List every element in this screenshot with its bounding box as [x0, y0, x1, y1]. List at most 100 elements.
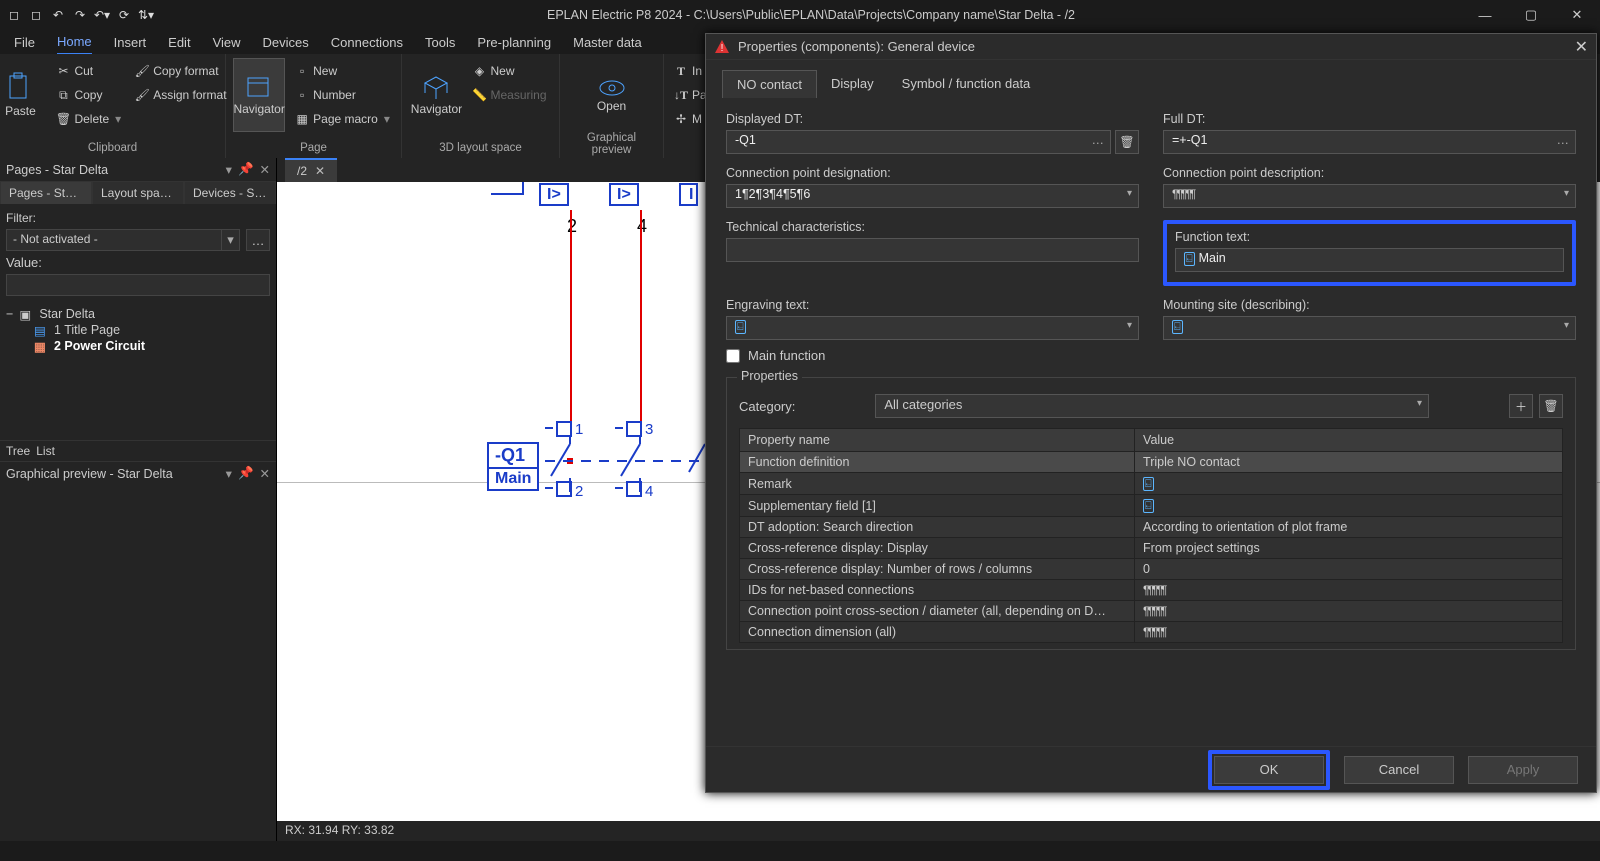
page-number-button[interactable]: ▫Number — [291, 84, 394, 106]
layout3d-new-button[interactable]: ◈New — [468, 60, 550, 82]
close-button[interactable]: ✕ — [1554, 0, 1600, 30]
copy-format-button[interactable]: 🖌Copy format — [131, 60, 230, 82]
page-macro-button[interactable]: ▦Page macro▾ — [291, 108, 394, 130]
col-prop-name[interactable]: Property name — [740, 429, 1135, 452]
new-macro-icon[interactable]: ◻ — [6, 7, 22, 23]
copy-button[interactable]: ⧉Copy — [52, 84, 125, 106]
collapse-icon[interactable]: − — [6, 307, 13, 321]
tab-file[interactable]: File — [14, 31, 35, 54]
table-row[interactable]: Supplementary field [1]⍇ — [740, 495, 1563, 517]
tree-mode-tab[interactable]: Tree — [6, 444, 30, 458]
add-property-button[interactable]: ＋ — [1509, 394, 1533, 418]
filter-ellipsis-button[interactable]: … — [246, 229, 270, 251]
language-icon: ⍇ — [1143, 499, 1154, 513]
full-dt-input[interactable]: =+-Q1 — [1163, 130, 1576, 154]
doc-tab[interactable]: /2 ✕ — [285, 158, 337, 182]
cut-button[interactable]: ✂Cut — [52, 60, 125, 82]
undo-list-icon[interactable]: ↶▾ — [94, 7, 110, 23]
tab-view[interactable]: View — [213, 31, 241, 54]
new-macro-copy-icon[interactable]: ◻ — [28, 7, 44, 23]
delete-dt-button[interactable]: 🗑 — [1115, 130, 1139, 154]
tab-edit[interactable]: Edit — [168, 31, 190, 54]
ok-button[interactable]: OK — [1214, 756, 1324, 784]
conn-description-input[interactable]: ¶¶¶¶¶ — [1163, 184, 1576, 208]
cut-icon: ✂ — [56, 64, 70, 78]
chevron-down-icon[interactable]: ▾ — [226, 162, 232, 177]
preview-body — [0, 485, 276, 841]
link-icon[interactable]: ⇅▾ — [138, 7, 154, 23]
tab-connections[interactable]: Connections — [331, 31, 403, 54]
assign-format-button[interactable]: 🖌Assign format — [131, 84, 230, 106]
tab-devices[interactable]: Devices — [263, 31, 309, 54]
list-mode-tab[interactable]: List — [36, 444, 55, 458]
cancel-button[interactable]: Cancel — [1344, 756, 1454, 784]
inner-tab-pages[interactable]: Pages - Star D… — [0, 181, 92, 204]
technical-characteristics-input[interactable] — [726, 238, 1139, 262]
page-navigator-button[interactable]: Navigator — [233, 58, 285, 132]
page-tree[interactable]: − ▣ Star Delta ▤ 1 Title Page ▦ 2 Power … — [0, 298, 276, 440]
inner-tab-layout[interactable]: Layout space -… — [92, 181, 184, 204]
undo-icon[interactable]: ↶ — [50, 7, 66, 23]
main-function-checkbox[interactable] — [726, 349, 740, 363]
tab-home[interactable]: Home — [57, 30, 92, 55]
layout3d-measuring-button[interactable]: 📏Measuring — [468, 84, 550, 106]
svg-text:1: 1 — [575, 421, 583, 438]
table-row[interactable]: IDs for net-based connections¶¶¶¶¶ — [740, 580, 1563, 601]
table-row[interactable]: Remark⍇ — [740, 473, 1563, 495]
displayed-dt-input[interactable]: -Q1 — [726, 130, 1111, 154]
language-icon: ⍇ — [1143, 477, 1154, 491]
function-text-input[interactable]: ⍇Main — [1175, 248, 1564, 272]
table-row[interactable]: Function definitionTriple NO contact — [740, 452, 1563, 473]
preview-open-button[interactable]: Open — [586, 58, 638, 132]
svg-text:3: 3 — [645, 421, 653, 438]
overload-symbol: I — [679, 183, 698, 206]
redo-icon[interactable]: ↷ — [72, 7, 88, 23]
properties-table[interactable]: Property name Value Function definitionT… — [739, 428, 1563, 643]
tree-item[interactable]: ▦ 2 Power Circuit — [6, 338, 270, 354]
table-row[interactable]: DT adoption: Search directionAccording t… — [740, 517, 1563, 538]
close-tab-icon[interactable]: ✕ — [315, 164, 325, 178]
dlg-tab-nocontact[interactable]: NO contact — [722, 70, 817, 98]
close-pane-icon[interactable]: ✕ — [260, 162, 270, 177]
tab-masterdata[interactable]: Master data — [573, 31, 642, 54]
main-function-check[interactable]: Main function — [726, 348, 1576, 363]
dialog-close-button[interactable]: ✕ — [1575, 37, 1588, 57]
table-row[interactable]: Connection dimension (all)¶¶¶¶¶ — [740, 622, 1563, 643]
dlg-tab-symbol[interactable]: Symbol / function data — [888, 70, 1045, 98]
pin-icon[interactable]: 📌 — [238, 466, 254, 481]
delete-button[interactable]: 🗑Delete▾ — [52, 108, 125, 130]
table-row[interactable]: Connection point cross-section / diamete… — [740, 601, 1563, 622]
maximize-button[interactable]: ▢ — [1508, 0, 1554, 30]
tab-tools[interactable]: Tools — [425, 31, 455, 54]
minimize-button[interactable]: — — [1462, 0, 1508, 30]
col-value[interactable]: Value — [1135, 429, 1563, 452]
tab-preplanning[interactable]: Pre-planning — [477, 31, 551, 54]
delete-property-button[interactable]: 🗑 — [1539, 394, 1563, 418]
tab-insert[interactable]: Insert — [114, 31, 147, 54]
quick-access-toolbar: ◻ ◻ ↶ ↷ ↶▾ ⟳ ⇅▾ — [0, 7, 160, 23]
tree-root[interactable]: − ▣ Star Delta — [6, 306, 270, 322]
refresh-icon[interactable]: ⟳ — [116, 7, 132, 23]
chevron-down-icon[interactable]: ▾ — [226, 466, 232, 481]
tree-item[interactable]: ▤ 1 Title Page — [6, 322, 270, 338]
conn-designation-input[interactable]: 1¶2¶3¶4¶5¶6 — [726, 184, 1139, 208]
page-new-button[interactable]: ▫New — [291, 60, 394, 82]
dialog-titlebar[interactable]: ! Properties (components): General devic… — [706, 34, 1596, 60]
filter-combo[interactable]: - Not activated - ▾ … — [6, 229, 270, 251]
chevron-down-icon[interactable]: ▾ — [222, 229, 240, 251]
table-row[interactable]: Cross-reference display: Number of rows … — [740, 559, 1563, 580]
layout3d-navigator-button[interactable]: Navigator — [410, 58, 462, 132]
table-row[interactable]: Cross-reference display: DisplayFrom pro… — [740, 538, 1563, 559]
mounting-input[interactable]: ⍇ — [1163, 316, 1576, 340]
category-combo[interactable]: All categories — [875, 394, 1429, 418]
category-label: Category: — [739, 399, 795, 414]
value-field[interactable] — [6, 274, 270, 296]
engraving-input[interactable]: ⍇ — [726, 316, 1139, 340]
apply-button[interactable]: Apply — [1468, 756, 1578, 784]
close-pane-icon[interactable]: ✕ — [260, 466, 270, 481]
pin-icon[interactable]: 📌 — [238, 162, 254, 177]
inner-tab-devices[interactable]: Devices - Star … — [184, 181, 276, 204]
paste-button[interactable]: Paste — [0, 58, 46, 132]
dlg-tab-display[interactable]: Display — [817, 70, 888, 98]
overload-symbol: I> — [539, 183, 569, 206]
